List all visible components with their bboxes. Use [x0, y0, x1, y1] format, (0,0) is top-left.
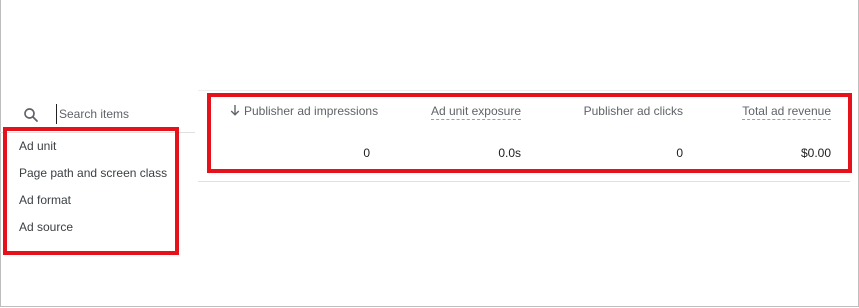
column-header-total-ad-revenue[interactable]: Total ad revenue: [742, 103, 831, 120]
table-top-divider: [198, 90, 850, 91]
list-item-ad-format[interactable]: Ad format: [19, 191, 71, 209]
list-item-ad-unit[interactable]: Ad unit: [19, 137, 56, 155]
column-header-ad-unit-exposure[interactable]: Ad unit exposure: [430, 103, 521, 120]
column-header-label: Publisher ad clicks: [583, 104, 683, 118]
column-header-publisher-ad-impressions[interactable]: Publisher ad impressions: [229, 103, 378, 119]
search-icon[interactable]: [22, 106, 40, 124]
total-publisher-ad-impressions: 0: [363, 146, 370, 160]
total-publisher-ad-clicks: 0: [676, 146, 683, 160]
table-row-divider: [198, 181, 850, 182]
total-ad-revenue: $0.00: [800, 146, 831, 160]
list-item-page-path[interactable]: Page path and screen class: [19, 164, 167, 182]
sort-descending-icon: [229, 104, 241, 116]
total-ad-unit-exposure: 0.0s: [498, 146, 521, 160]
column-header-label: Ad unit exposure: [430, 104, 521, 120]
list-item-ad-source[interactable]: Ad source: [19, 218, 73, 236]
column-header-label: Total ad revenue: [742, 104, 831, 120]
column-header-publisher-ad-clicks[interactable]: Publisher ad clicks: [584, 103, 683, 119]
column-header-label: Publisher ad impressions: [244, 104, 379, 118]
search-input[interactable]: [56, 104, 187, 124]
